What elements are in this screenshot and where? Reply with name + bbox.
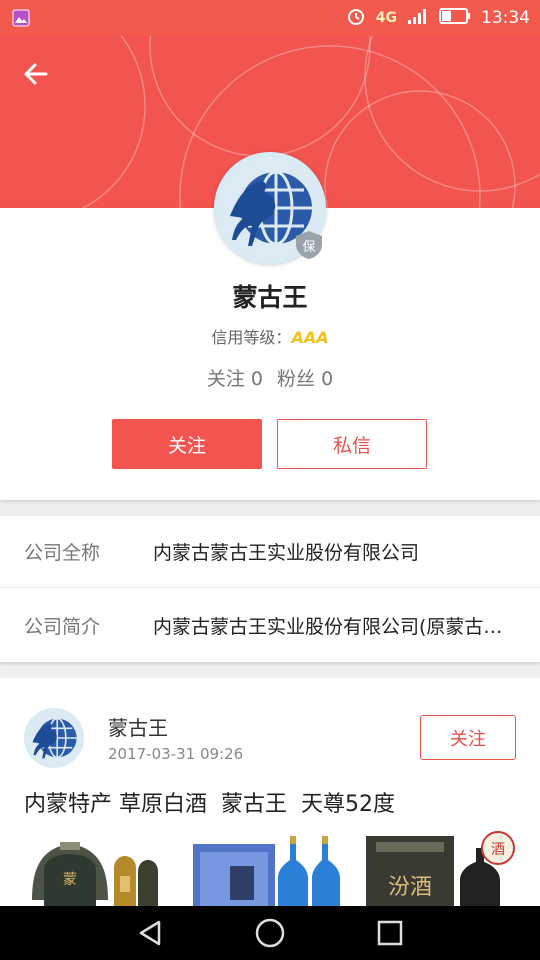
credit-label: 信用等级：	[211, 328, 292, 347]
battery-icon	[439, 7, 471, 29]
post-avatar[interactable]	[24, 708, 84, 768]
network-type: 4G	[375, 10, 397, 26]
post-title: 内蒙特产 草原白酒 蒙古王 天尊52度	[24, 792, 395, 817]
follow-button[interactable]: 关注	[112, 419, 262, 469]
home-circle-icon	[255, 918, 285, 948]
system-nav-bar	[0, 906, 540, 960]
recents-square-icon	[377, 920, 403, 946]
post-timestamp: 2017-03-31 09:26	[108, 745, 244, 763]
fans-count-stat[interactable]: 粉丝 0	[277, 368, 333, 390]
status-bar: 4G 13:34	[0, 0, 540, 36]
follow-stats: 关注 0 粉丝 0	[0, 364, 540, 391]
info-value: 内蒙古蒙古王实业股份有限公司	[153, 542, 420, 564]
nav-recents-button[interactable]	[360, 906, 420, 960]
company-info: 公司全称 内蒙古蒙古王实业股份有限公司 公司简介 内蒙古蒙古王实业股份有限公司(…	[0, 516, 540, 662]
page-title: 蒙古王	[232, 283, 308, 312]
product-label-1: 蒙	[63, 872, 77, 888]
post-author[interactable]: 蒙古王	[108, 712, 168, 741]
gallery-icon	[10, 7, 32, 29]
alarm-icon	[346, 6, 366, 31]
nav-home-button[interactable]	[240, 906, 300, 960]
company-logo-icon	[26, 710, 82, 766]
status-time: 13:34	[481, 8, 530, 28]
guarantee-badge-label: 保	[302, 240, 316, 255]
guarantee-badge: 保	[295, 230, 323, 260]
product-image-2[interactable]	[193, 836, 340, 906]
back-button[interactable]	[18, 56, 54, 92]
info-label: 公司简介	[24, 615, 101, 638]
back-triangle-icon	[139, 920, 161, 946]
product-label-4: 酒	[491, 842, 505, 858]
arrow-left-icon	[24, 63, 48, 85]
post-follow-button[interactable]: 关注	[420, 715, 516, 760]
credit-rating: 信用等级：AAA	[0, 324, 540, 348]
follow-count-stat[interactable]: 关注 0	[207, 368, 263, 390]
nav-back-button[interactable]	[120, 906, 180, 960]
product-label-3: 汾酒	[388, 875, 432, 900]
info-row-full-name[interactable]: 公司全称 内蒙古蒙古王实业股份有限公司	[0, 516, 540, 588]
info-label: 公司全称	[24, 542, 101, 564]
product-image-3[interactable]: 汾酒 酒	[366, 831, 515, 906]
info-row-intro[interactable]: 公司简介 内蒙古蒙古王实业股份有限公司(原蒙古王酒业股份有限公司)	[0, 589, 540, 661]
message-button[interactable]: 私信	[277, 419, 427, 469]
info-value: 内蒙古蒙古王实业股份有限公司(原蒙古王酒业股份有限公司)	[153, 615, 518, 638]
post-images[interactable]: 蒙 汾酒 酒	[0, 830, 540, 906]
credit-level: AAA	[291, 328, 329, 347]
post-card[interactable]: 蒙古王 2017-03-31 09:26 关注 内蒙特产 草原白酒 蒙古王 天尊…	[0, 678, 540, 906]
product-image-1[interactable]: 蒙	[32, 842, 158, 906]
signal-icon	[407, 7, 429, 30]
